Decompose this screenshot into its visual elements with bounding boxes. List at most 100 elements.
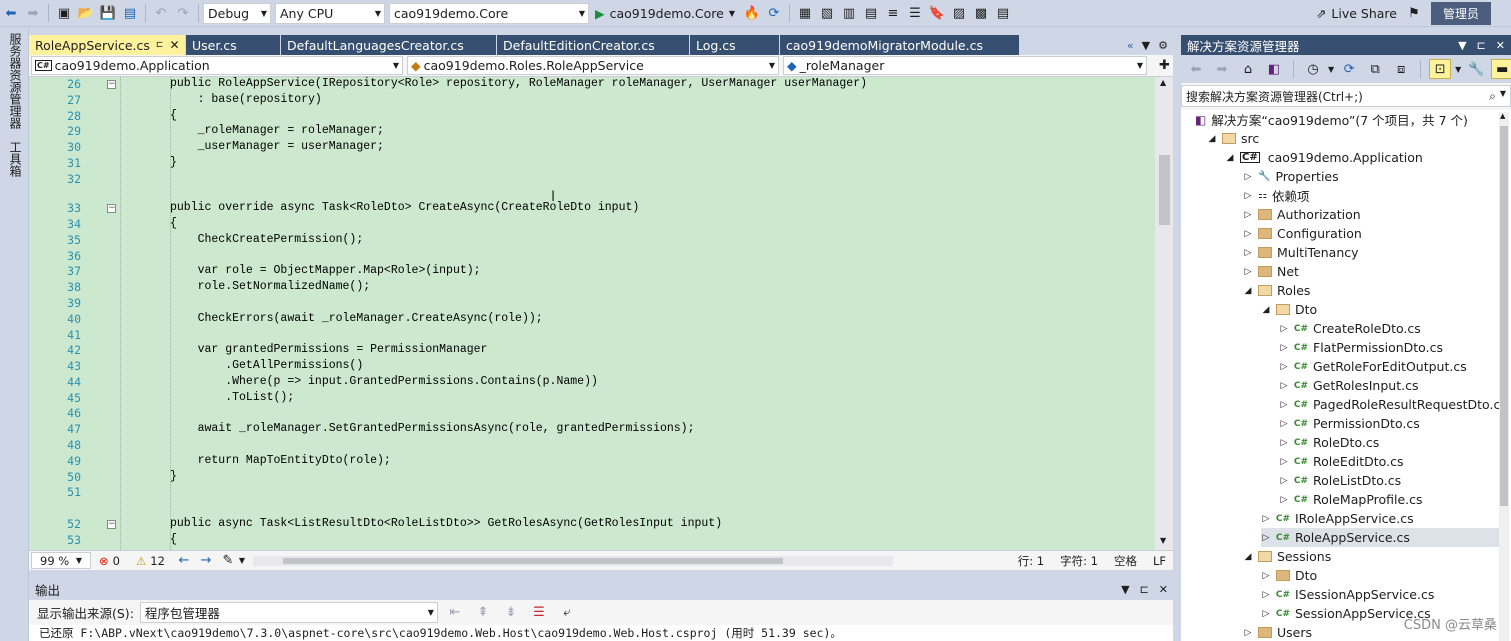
chevron-down-icon[interactable]: ▼ bbox=[1455, 65, 1461, 74]
feedback-icon[interactable]: ⚑ bbox=[1403, 3, 1425, 23]
collapsed-icon[interactable]: ▷ bbox=[1261, 533, 1271, 543]
pin-icon[interactable]: ⊏ bbox=[1140, 583, 1149, 596]
refresh-icon[interactable]: ⟳ bbox=[763, 3, 785, 23]
forward-icon[interactable]: ➡ bbox=[1211, 59, 1233, 79]
tree-item[interactable]: ▷ C# RoleListDto.cs bbox=[1279, 471, 1402, 490]
expanded-icon[interactable]: ◢ bbox=[1243, 552, 1253, 562]
tree-item[interactable]: ▷ C# GetRoleForEditOutput.cs bbox=[1279, 357, 1467, 376]
tree-item[interactable]: ▷ 🔧 Properties bbox=[1243, 167, 1339, 186]
tree-item[interactable]: ▷ C# IRoleAppService.cs bbox=[1261, 509, 1414, 528]
collapsed-icon[interactable]: ▷ bbox=[1243, 210, 1253, 220]
tree-item[interactable]: ◢ Dto bbox=[1261, 300, 1318, 319]
fold-icon[interactable]: − bbox=[107, 520, 116, 529]
errors-indicator[interactable]: ⊗ 0 bbox=[91, 554, 128, 568]
solution-root[interactable]: ◧ 解决方案“cao919demo”(7 个项目，共 7 个) bbox=[1195, 110, 1468, 129]
toolbar-icon-3[interactable]: ▥ bbox=[838, 3, 860, 23]
show-all-files-icon[interactable]: ⧈ bbox=[1390, 59, 1412, 79]
fold-icon[interactable]: − bbox=[107, 204, 116, 213]
undo-icon[interactable]: ↶ bbox=[150, 3, 172, 23]
previous-icon[interactable]: ← bbox=[173, 551, 195, 571]
warnings-indicator[interactable]: ⚠ 12 bbox=[128, 554, 173, 568]
chevron-down-icon[interactable]: ▼ bbox=[1328, 65, 1334, 74]
toolbar-icon-1[interactable]: ▦ bbox=[794, 3, 816, 23]
tree-item[interactable]: ◢ Sessions bbox=[1243, 547, 1332, 566]
tree-view-icon[interactable]: ⊡ bbox=[1429, 59, 1452, 79]
back-icon[interactable]: ⬅ bbox=[1185, 59, 1207, 79]
collapsed-icon[interactable]: ▷ bbox=[1261, 514, 1271, 524]
expanded-icon[interactable]: ◢ bbox=[1207, 134, 1217, 144]
chevron-down-icon[interactable]: ▼ bbox=[1458, 39, 1466, 52]
scroll-thumb[interactable] bbox=[1159, 155, 1170, 225]
collapse-all-icon[interactable]: ⧉ bbox=[1364, 59, 1386, 79]
server-explorer-tab[interactable]: 服务器资源管理器 bbox=[7, 33, 24, 129]
tree-item[interactable]: ▷ MultiTenancy bbox=[1243, 243, 1359, 262]
admin-badge[interactable]: 管理员 bbox=[1430, 1, 1491, 25]
expanded-icon[interactable]: ◢ bbox=[1225, 153, 1235, 163]
toolbar-icon-5[interactable]: ≡ bbox=[882, 3, 904, 23]
pin-icon[interactable]: ⊏ bbox=[156, 40, 164, 50]
clear-all-icon[interactable]: ☰ bbox=[528, 603, 550, 623]
pin-icon[interactable]: ⊏ bbox=[1477, 39, 1486, 52]
live-share-button[interactable]: ⇗ Live Share bbox=[1310, 6, 1403, 21]
tree-scrollbar[interactable]: ▲ bbox=[1499, 112, 1509, 641]
back-icon[interactable]: ⬅ bbox=[0, 3, 22, 23]
toolbar-icon-8[interactable]: ▩ bbox=[970, 3, 992, 23]
class-dropdown[interactable]: ◆ cao919demo.Roles.RoleAppService ▼ bbox=[407, 56, 779, 75]
open-folder-icon[interactable]: 📂 bbox=[75, 3, 97, 23]
collapsed-icon[interactable]: ▷ bbox=[1243, 172, 1253, 182]
startup-project-select[interactable]: cao919demo.Core ▼ bbox=[389, 2, 589, 24]
toolbox-tab[interactable]: 工具箱 bbox=[7, 141, 24, 177]
split-window-icon[interactable]: ✚ bbox=[1159, 58, 1170, 73]
scroll-down-icon[interactable]: ▼ bbox=[1160, 536, 1166, 545]
cleanup-icon[interactable]: ✎ bbox=[217, 551, 239, 571]
zoom-select[interactable]: 99 % ▼ bbox=[31, 552, 91, 569]
find-message-icon[interactable]: ⇤ bbox=[444, 603, 466, 623]
preview-icon[interactable]: ▬ bbox=[1491, 59, 1511, 79]
tree-item[interactable]: ▷ C# RoleDto.cs bbox=[1279, 433, 1380, 452]
toolbar-icon-6[interactable]: ☰ bbox=[904, 3, 926, 23]
collapsed-icon[interactable]: ▷ bbox=[1279, 381, 1289, 391]
tree-item[interactable]: ▷ C# RoleMapProfile.cs bbox=[1279, 490, 1423, 509]
tree-item[interactable]: ▷ C# RoleEditDto.cs bbox=[1279, 452, 1404, 471]
tab-user[interactable]: User.cs bbox=[186, 35, 281, 55]
chevron-down-icon[interactable]: ▼ bbox=[239, 556, 245, 565]
tree-item[interactable]: ▷ Authorization bbox=[1243, 205, 1361, 224]
collapsed-icon[interactable]: ▷ bbox=[1279, 324, 1289, 334]
close-icon[interactable]: ✕ bbox=[1159, 583, 1168, 596]
tree-item[interactable]: ▷ C# RoleAppService.cs bbox=[1261, 528, 1499, 547]
collapsed-icon[interactable]: ▷ bbox=[1279, 476, 1289, 486]
next-icon[interactable]: → bbox=[195, 551, 217, 571]
collapsed-icon[interactable]: ▷ bbox=[1261, 590, 1271, 600]
collapsed-icon[interactable]: ▷ bbox=[1243, 267, 1253, 277]
tree-item[interactable]: ▷ C# PermissionDto.cs bbox=[1279, 414, 1420, 433]
collapsed-icon[interactable]: ▷ bbox=[1243, 229, 1253, 239]
tree-item[interactable]: ▷ ⚏ 依赖项 bbox=[1243, 186, 1310, 205]
collapsed-icon[interactable]: ▷ bbox=[1243, 248, 1253, 258]
tree-item[interactable]: ▷ C# ISessionAppService.cs bbox=[1261, 585, 1435, 604]
tab-defaulteditioncreator[interactable]: DefaultEditionCreator.cs bbox=[497, 35, 690, 55]
save-icon[interactable]: 💾 bbox=[97, 3, 119, 23]
close-icon[interactable]: ✕ bbox=[169, 38, 179, 52]
tab-roleappservice[interactable]: RoleAppService.cs ⊏ ✕ bbox=[29, 35, 186, 55]
next-message-icon[interactable]: ⇟ bbox=[500, 603, 522, 623]
tree-item[interactable]: ▷ Users bbox=[1243, 623, 1312, 641]
forward-icon[interactable]: ➡ bbox=[22, 3, 44, 23]
expanded-icon[interactable]: ◢ bbox=[1261, 305, 1271, 315]
run-button[interactable]: ▶ cao919demo.Core ▼ bbox=[589, 6, 741, 21]
scroll-thumb[interactable] bbox=[1500, 126, 1508, 506]
collapsed-icon[interactable]: ▷ bbox=[1279, 343, 1289, 353]
prev-message-icon[interactable]: ⇞ bbox=[472, 603, 494, 623]
toolbar-icon-7[interactable]: ▨ bbox=[948, 3, 970, 23]
collapsed-icon[interactable]: ▷ bbox=[1279, 438, 1289, 448]
tree-item[interactable]: ▷ C# GetRolesInput.cs bbox=[1279, 376, 1419, 395]
properties-icon[interactable]: 🔧 bbox=[1465, 59, 1487, 79]
home-icon[interactable]: ⌂ bbox=[1237, 59, 1259, 79]
chevron-down-icon[interactable]: ▼ bbox=[1121, 583, 1129, 596]
new-item-icon[interactable]: ▣ bbox=[53, 3, 75, 23]
collapsed-icon[interactable]: ▷ bbox=[1261, 571, 1271, 581]
tree-item[interactable]: ▷ Net bbox=[1243, 262, 1299, 281]
collapsed-icon[interactable]: ▷ bbox=[1279, 495, 1289, 505]
collapsed-icon[interactable]: ▷ bbox=[1243, 191, 1253, 201]
output-source-select[interactable]: 程序包管理器 ▼ bbox=[139, 602, 438, 623]
collapsed-icon[interactable]: ▷ bbox=[1279, 457, 1289, 467]
